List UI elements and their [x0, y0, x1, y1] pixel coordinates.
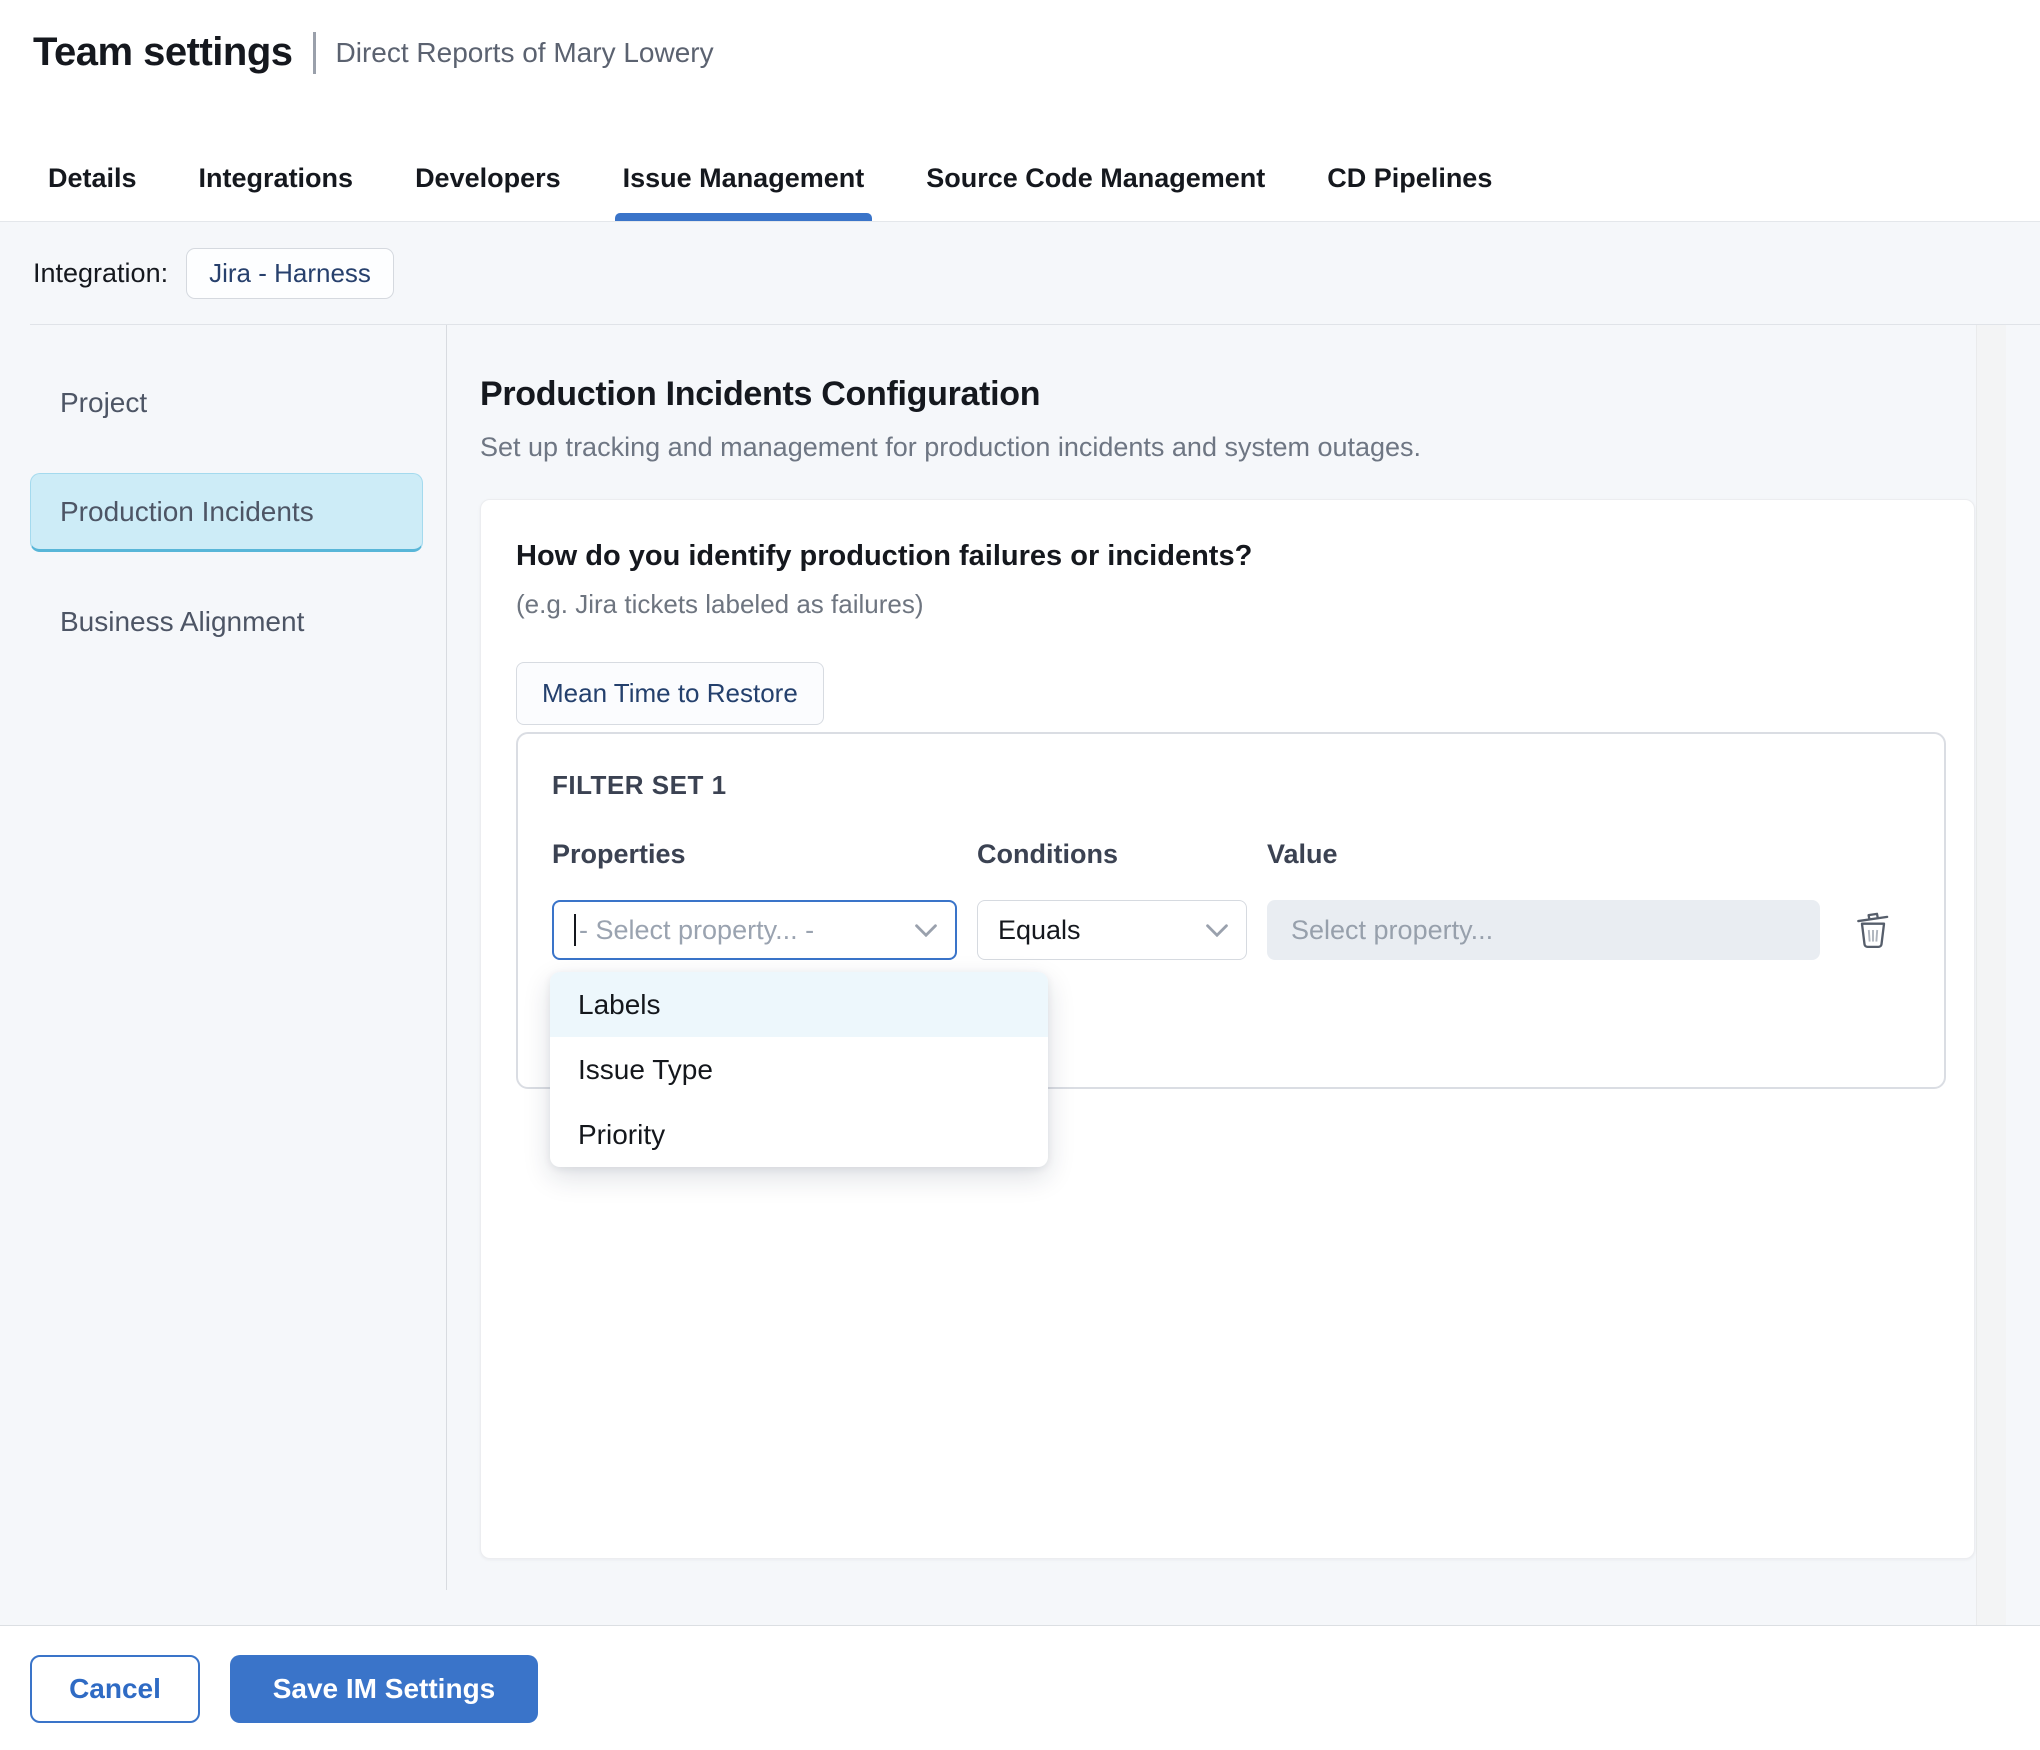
chevron-down-icon: [1206, 924, 1228, 937]
identify-hint: (e.g. Jira tickets labeled as failures): [516, 589, 1934, 620]
dropdown-option-issue-type[interactable]: Issue Type: [550, 1037, 1048, 1102]
title-divider: [313, 32, 316, 74]
properties-column-label: Properties: [552, 839, 957, 870]
integration-label: Integration:: [33, 258, 168, 289]
section-description: Set up tracking and management for produ…: [480, 432, 2040, 463]
delete-filter-button[interactable]: [1854, 908, 1894, 952]
footer-bar: Cancel Save IM Settings: [0, 1625, 2040, 1750]
text-caret: [574, 914, 576, 946]
content-area: Project Production Incidents Business Al…: [0, 325, 2040, 1625]
dropdown-option-labels[interactable]: Labels: [550, 972, 1048, 1037]
value-input[interactable]: [1267, 900, 1820, 960]
tab-details[interactable]: Details: [46, 163, 139, 221]
tab-cd-pipelines[interactable]: CD Pipelines: [1325, 163, 1494, 221]
condition-select[interactable]: Equals: [977, 900, 1247, 960]
sidebar-item-production-incidents[interactable]: Production Incidents: [30, 473, 423, 552]
incidents-config-card: How do you identify production failures …: [480, 499, 1975, 1559]
chevron-down-icon: [915, 924, 937, 937]
trash-icon: [1854, 909, 1892, 951]
condition-value: Equals: [998, 915, 1081, 946]
page-subtitle: Direct Reports of Mary Lowery: [336, 37, 714, 69]
tab-integrations[interactable]: Integrations: [197, 163, 356, 221]
page-header: Team settings Direct Reports of Mary Low…: [0, 0, 2040, 222]
settings-sidebar: Project Production Incidents Business Al…: [0, 325, 447, 1625]
mean-time-to-restore-tab[interactable]: Mean Time to Restore: [516, 662, 824, 725]
integration-chip[interactable]: Jira - Harness: [186, 248, 394, 299]
integration-row: Integration: Jira - Harness: [0, 222, 2040, 324]
value-column-label: Value: [1267, 839, 1820, 870]
conditions-column-label: Conditions: [977, 839, 1247, 870]
section-heading: Production Incidents Configuration: [480, 375, 2040, 414]
property-placeholder: - Select property... -: [574, 914, 814, 946]
filter-grid: Properties Conditions Value - Select pro…: [552, 839, 1910, 960]
property-select[interactable]: - Select property... -: [552, 900, 957, 960]
property-dropdown: Labels Issue Type Priority: [550, 972, 1048, 1167]
identify-question: How do you identify production failures …: [516, 540, 1934, 573]
filter-set-title: FILTER SET 1: [552, 770, 1910, 801]
page-title: Team settings: [33, 30, 293, 75]
tab-source-code-management[interactable]: Source Code Management: [924, 163, 1267, 221]
tab-issue-management[interactable]: Issue Management: [621, 163, 867, 221]
tab-bar: Details Integrations Developers Issue Ma…: [0, 163, 2040, 221]
dropdown-option-priority[interactable]: Priority: [550, 1102, 1048, 1167]
title-row: Team settings Direct Reports of Mary Low…: [33, 30, 2040, 75]
team-settings-page: Team settings Direct Reports of Mary Low…: [0, 0, 2040, 1750]
cancel-button[interactable]: Cancel: [30, 1655, 200, 1723]
sidebar-item-business-alignment[interactable]: Business Alignment: [30, 582, 423, 662]
main-panel: Production Incidents Configuration Set u…: [447, 325, 2040, 1625]
tab-developers[interactable]: Developers: [413, 163, 563, 221]
sidebar-item-project[interactable]: Project: [30, 363, 423, 443]
save-im-settings-button[interactable]: Save IM Settings: [230, 1655, 538, 1723]
